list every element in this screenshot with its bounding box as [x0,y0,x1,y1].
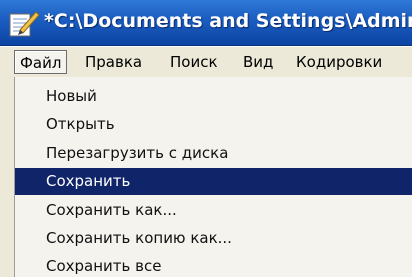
menu-item-save-all[interactable]: Сохранить все [15,253,412,280]
file-menu-dropdown: Новый Открыть Перезагрузить с диска Сохр… [14,77,412,277]
window-title: *C:\Documents and Settings\Admin\P [44,10,412,32]
menu-search[interactable]: Поиск [165,50,223,74]
menu-item-reload[interactable]: Перезагрузить с диска [15,140,412,167]
menu-item-open[interactable]: Открыть [15,111,412,138]
menubar: Файл Правка Поиск Вид Кодировки [0,47,412,78]
editor-edge [0,77,14,277]
menu-item-save-as[interactable]: Сохранить как... [15,197,412,224]
menu-file[interactable]: Файл [14,50,68,74]
menu-encoding[interactable]: Кодировки [291,50,387,74]
menu-item-new[interactable]: Новый [15,83,412,110]
menu-item-save[interactable]: Сохранить [15,168,412,195]
menu-edit[interactable]: Правка [80,50,147,74]
notepad-pencil-icon[interactable] [8,8,40,38]
window-titlebar[interactable]: *C:\Documents and Settings\Admin\P [0,0,412,46]
menu-view[interactable]: Вид [238,50,278,74]
menu-item-save-copy-as[interactable]: Сохранить копию как... [15,225,412,252]
